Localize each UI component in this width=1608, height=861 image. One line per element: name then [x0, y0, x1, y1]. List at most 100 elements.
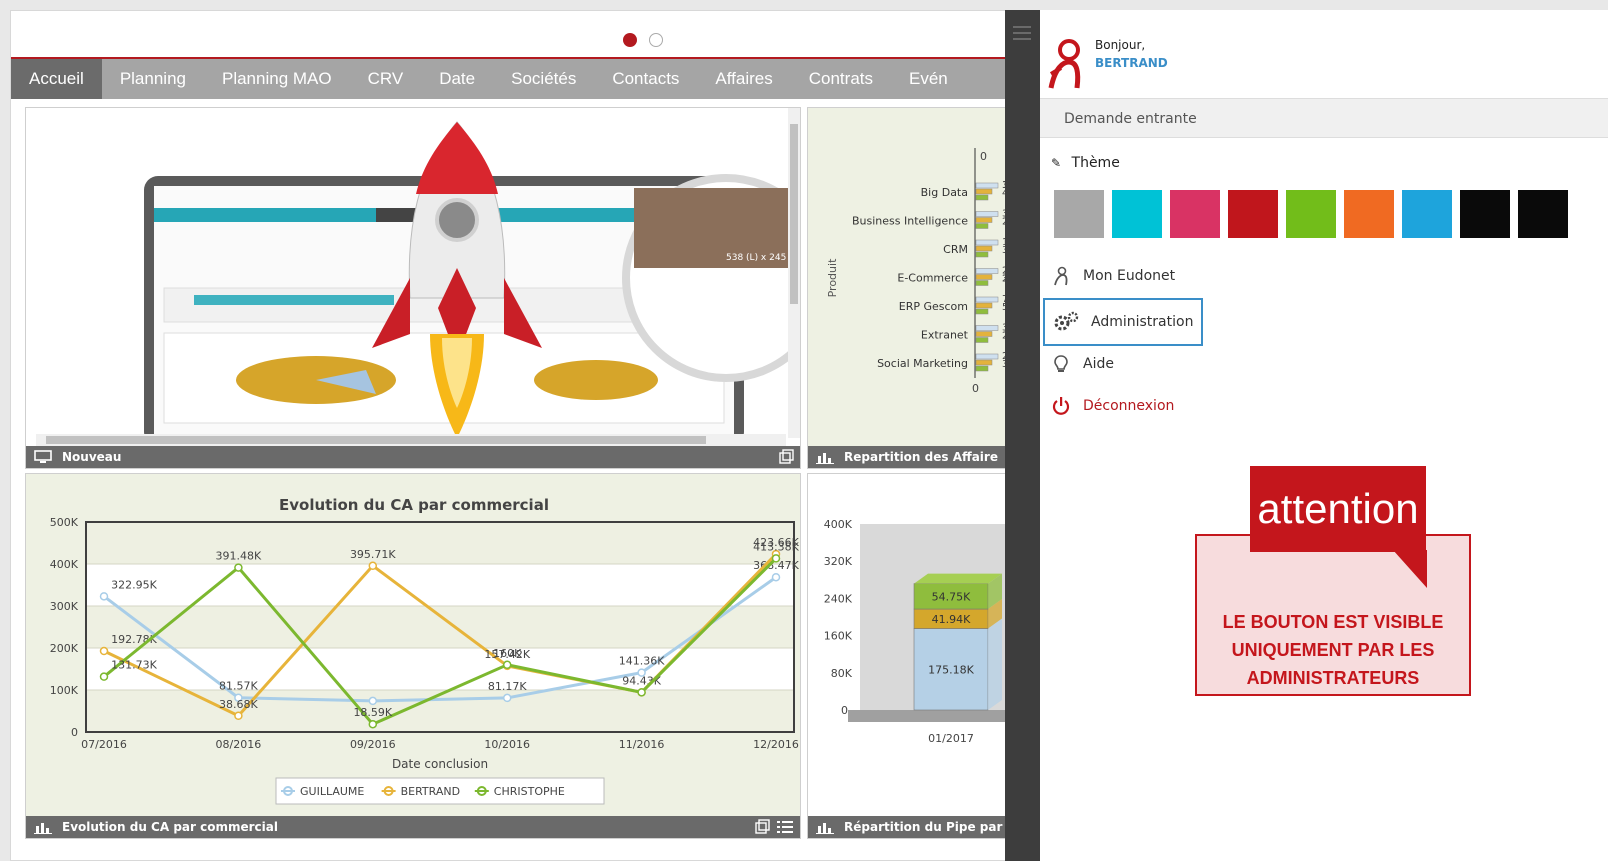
- theme-swatch-6[interactable]: [1344, 190, 1394, 238]
- legend-label[interactable]: BERTRAND: [401, 785, 460, 798]
- bar-segment[interactable]: [975, 274, 993, 280]
- bar-segment[interactable]: [975, 245, 993, 252]
- main-nav: Accueil Planning Planning MAO CRV Date S…: [11, 59, 1011, 99]
- nav-tab-evenements[interactable]: Evén: [891, 59, 966, 99]
- theme-swatch-3[interactable]: [1170, 190, 1220, 238]
- bar-segment[interactable]: [975, 217, 993, 223]
- brush-icon: ✎: [1051, 156, 1062, 170]
- widget-repartition-pipe: 0 80K 160K 240K 320K 400K 175.18K 41.94K 54.75K 0…: [807, 473, 1016, 839]
- legend-label[interactable]: CHRISTOPHE: [494, 785, 565, 798]
- bar-segment[interactable]: [975, 194, 989, 201]
- deconnexion-label: Déconnexion: [1083, 398, 1175, 414]
- bar-segment[interactable]: [975, 182, 999, 189]
- data-label: 175.18K: [928, 663, 974, 676]
- bar-segment[interactable]: [975, 302, 993, 309]
- widget-title-repartition: Repartition des Affaire: [844, 450, 998, 464]
- data-point[interactable]: [368, 719, 378, 729]
- mon-eudonet-link[interactable]: Mon Eudonet: [1051, 266, 1175, 286]
- data-point[interactable]: [99, 672, 109, 681]
- data-point[interactable]: [234, 711, 243, 721]
- bar-chart-icon: [34, 823, 52, 834]
- nav-tab-planning-mao[interactable]: Planning MAO: [204, 59, 350, 99]
- nav-tab-date[interactable]: Date: [421, 59, 493, 99]
- legend-label[interactable]: GUILLAUME: [300, 785, 364, 798]
- bar-chart-icon: [816, 823, 834, 834]
- attention-line-3: ADMINISTRATEURS: [1246, 668, 1420, 688]
- data-point[interactable]: [502, 693, 512, 703]
- bar-segment[interactable]: [975, 188, 993, 195]
- data-label: 160K: [493, 647, 522, 660]
- mon-eudonet-label: Mon Eudonet: [1083, 268, 1176, 284]
- deconnexion-link[interactable]: Déconnexion: [1051, 396, 1174, 416]
- bar-segment[interactable]: [975, 353, 999, 360]
- bar-segment[interactable]: [975, 268, 999, 274]
- bar-segment[interactable]: [975, 359, 993, 366]
- nav-tab-accueil[interactable]: Accueil: [11, 59, 102, 99]
- attention-line-1: LE BOUTON EST VISIBLE: [1222, 612, 1444, 632]
- power-icon: [1052, 397, 1070, 415]
- data-point[interactable]: [368, 696, 378, 706]
- horizontal-scrollbar[interactable]: [46, 436, 706, 444]
- bar-segment[interactable]: [975, 365, 989, 372]
- theme-swatch-5[interactable]: [1286, 190, 1336, 238]
- bar-segment[interactable]: [975, 251, 989, 258]
- demande-entrante[interactable]: Demande entrante: [1040, 98, 1608, 138]
- data-point[interactable]: [99, 592, 109, 601]
- aide-link[interactable]: Aide: [1051, 354, 1114, 374]
- theme-swatch-9[interactable]: [1518, 190, 1568, 238]
- bar-segment[interactable]: [975, 280, 989, 286]
- data-point[interactable]: [368, 561, 378, 571]
- x-axis-label: Date conclusion: [392, 757, 488, 771]
- theme-swatch-2[interactable]: [1112, 190, 1162, 238]
- theme-swatch-1[interactable]: [1054, 190, 1104, 238]
- panel-handle[interactable]: [1005, 10, 1040, 861]
- theme-swatch-7[interactable]: [1402, 190, 1452, 238]
- bar-segment[interactable]: [975, 223, 989, 229]
- data-label: 395.71K: [350, 548, 396, 561]
- bar-segment[interactable]: [975, 331, 993, 337]
- carousel-dot-active[interactable]: [623, 33, 637, 47]
- expand-icon[interactable]: [778, 449, 794, 465]
- theme-swatch-4[interactable]: [1228, 190, 1278, 238]
- nav-tab-crv[interactable]: CRV: [350, 59, 422, 99]
- nav-tab-affaires[interactable]: Affaires: [697, 59, 790, 99]
- data-point[interactable]: [234, 563, 243, 572]
- data-point[interactable]: [99, 646, 109, 656]
- data-point[interactable]: [771, 572, 781, 582]
- data-point[interactable]: [771, 554, 781, 563]
- bar-segment[interactable]: [975, 325, 999, 331]
- administration-button[interactable]: Administration: [1043, 298, 1203, 346]
- y-tick-label: 300K: [50, 600, 79, 613]
- expand-icon[interactable]: [754, 819, 770, 835]
- category-label: Big Data: [921, 186, 968, 199]
- category-label: Social Marketing: [877, 357, 968, 370]
- bar-segment[interactable]: [975, 296, 999, 303]
- y-tick-label: 500K: [50, 516, 79, 529]
- bar-segment[interactable]: [975, 337, 989, 343]
- widget-nouveau: 538 (L) x 245 (H) Nouveau: [25, 107, 801, 469]
- user-side-panel: Bonjour, BERTRAND Demande entrante ✎ Thè…: [1005, 10, 1608, 861]
- nav-tab-contrats[interactable]: Contrats: [791, 59, 891, 99]
- y-tick-label: 0: [71, 726, 78, 739]
- category-label: Extranet: [921, 329, 969, 342]
- data-point[interactable]: [637, 688, 646, 697]
- data-label: 18.59K: [353, 706, 392, 719]
- hamburger-icon[interactable]: [1013, 26, 1031, 44]
- carousel-dot[interactable]: [649, 33, 663, 47]
- nav-tab-planning[interactable]: Planning: [102, 59, 204, 99]
- plot-band: [86, 648, 794, 690]
- data-label: 81.17K: [488, 680, 527, 693]
- bar-segment[interactable]: [975, 308, 989, 315]
- nav-tab-societes[interactable]: Sociétés: [493, 59, 594, 99]
- theme-label: ✎ Thème: [1051, 155, 1120, 171]
- x-tick-label: 12/2016: [753, 738, 799, 751]
- vertical-scrollbar[interactable]: [790, 124, 798, 304]
- data-point[interactable]: [502, 660, 512, 670]
- nav-tab-contacts[interactable]: Contacts: [594, 59, 697, 99]
- theme-swatch-8[interactable]: [1460, 190, 1510, 238]
- list-icon[interactable]: [776, 819, 794, 835]
- bar-segment[interactable]: [975, 211, 999, 217]
- bar-segment[interactable]: [975, 239, 999, 246]
- widget-title-evolution: Evolution du CA par commercial: [62, 820, 278, 834]
- data-label: 141.36K: [619, 655, 665, 668]
